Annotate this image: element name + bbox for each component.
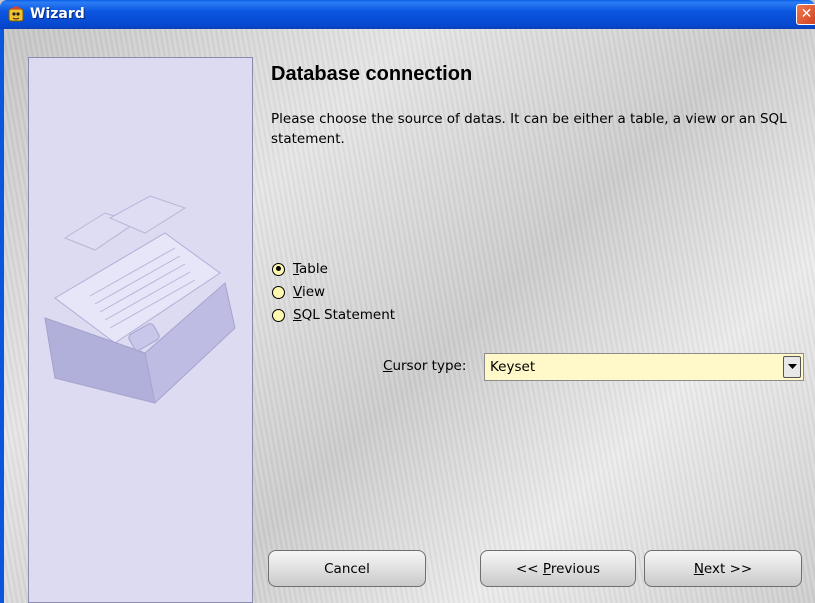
wizard-window: Wizard ✕ Database connection Please choo… xyxy=(0,0,815,603)
previous-prefix: << xyxy=(516,560,543,577)
radio-label-table[interactable]: Table xyxy=(293,261,328,277)
radio-view[interactable]: View xyxy=(272,283,325,301)
close-icon: ✕ xyxy=(800,6,813,22)
radio-sql-statement[interactable]: SQL Statement xyxy=(272,306,395,324)
mnemonic-p: P xyxy=(542,560,551,577)
page-description: Please choose the source of datas. It ca… xyxy=(271,111,787,147)
mnemonic-s: S xyxy=(293,307,302,323)
label-rest: QL Statement xyxy=(301,307,396,323)
title-bar[interactable]: Wizard ✕ xyxy=(0,0,815,29)
cancel-label: Cancel xyxy=(324,560,370,577)
previous-label: << Previous xyxy=(516,561,600,577)
mnemonic-v: V xyxy=(293,284,302,300)
side-panel xyxy=(28,57,253,603)
previous-button[interactable]: << Previous xyxy=(480,550,636,587)
cursor-type-value: Keyset xyxy=(490,359,536,375)
radio-label-sql[interactable]: SQL Statement xyxy=(293,307,395,323)
radio-button[interactable] xyxy=(272,308,285,322)
cursor-type-label: Cursor type: xyxy=(383,358,466,374)
wizard-app-icon xyxy=(8,6,24,22)
chevron-down-icon xyxy=(787,364,797,369)
mnemonic-n: N xyxy=(693,560,704,577)
next-rest: ext >> xyxy=(703,560,753,577)
radio-table[interactable]: Table xyxy=(272,260,328,278)
window-title: Wizard xyxy=(30,6,85,22)
page-title: Database connection xyxy=(271,63,473,85)
label-rest: able xyxy=(299,261,328,277)
next-button[interactable]: Next >> xyxy=(644,550,802,587)
card-file-illustration xyxy=(44,195,236,404)
cursor-type-select[interactable]: Keyset xyxy=(484,353,804,381)
radio-label-view[interactable]: View xyxy=(293,284,325,300)
radio-button-checked[interactable] xyxy=(272,262,285,276)
next-label: Next >> xyxy=(694,561,752,577)
previous-rest: revious xyxy=(550,560,600,577)
label-rest: ursor type: xyxy=(392,358,467,374)
dropdown-button[interactable] xyxy=(783,356,801,378)
cancel-button[interactable]: Cancel xyxy=(268,550,426,587)
label-rest: iew xyxy=(301,284,326,300)
close-button[interactable]: ✕ xyxy=(796,4,815,25)
radio-button[interactable] xyxy=(272,285,285,299)
